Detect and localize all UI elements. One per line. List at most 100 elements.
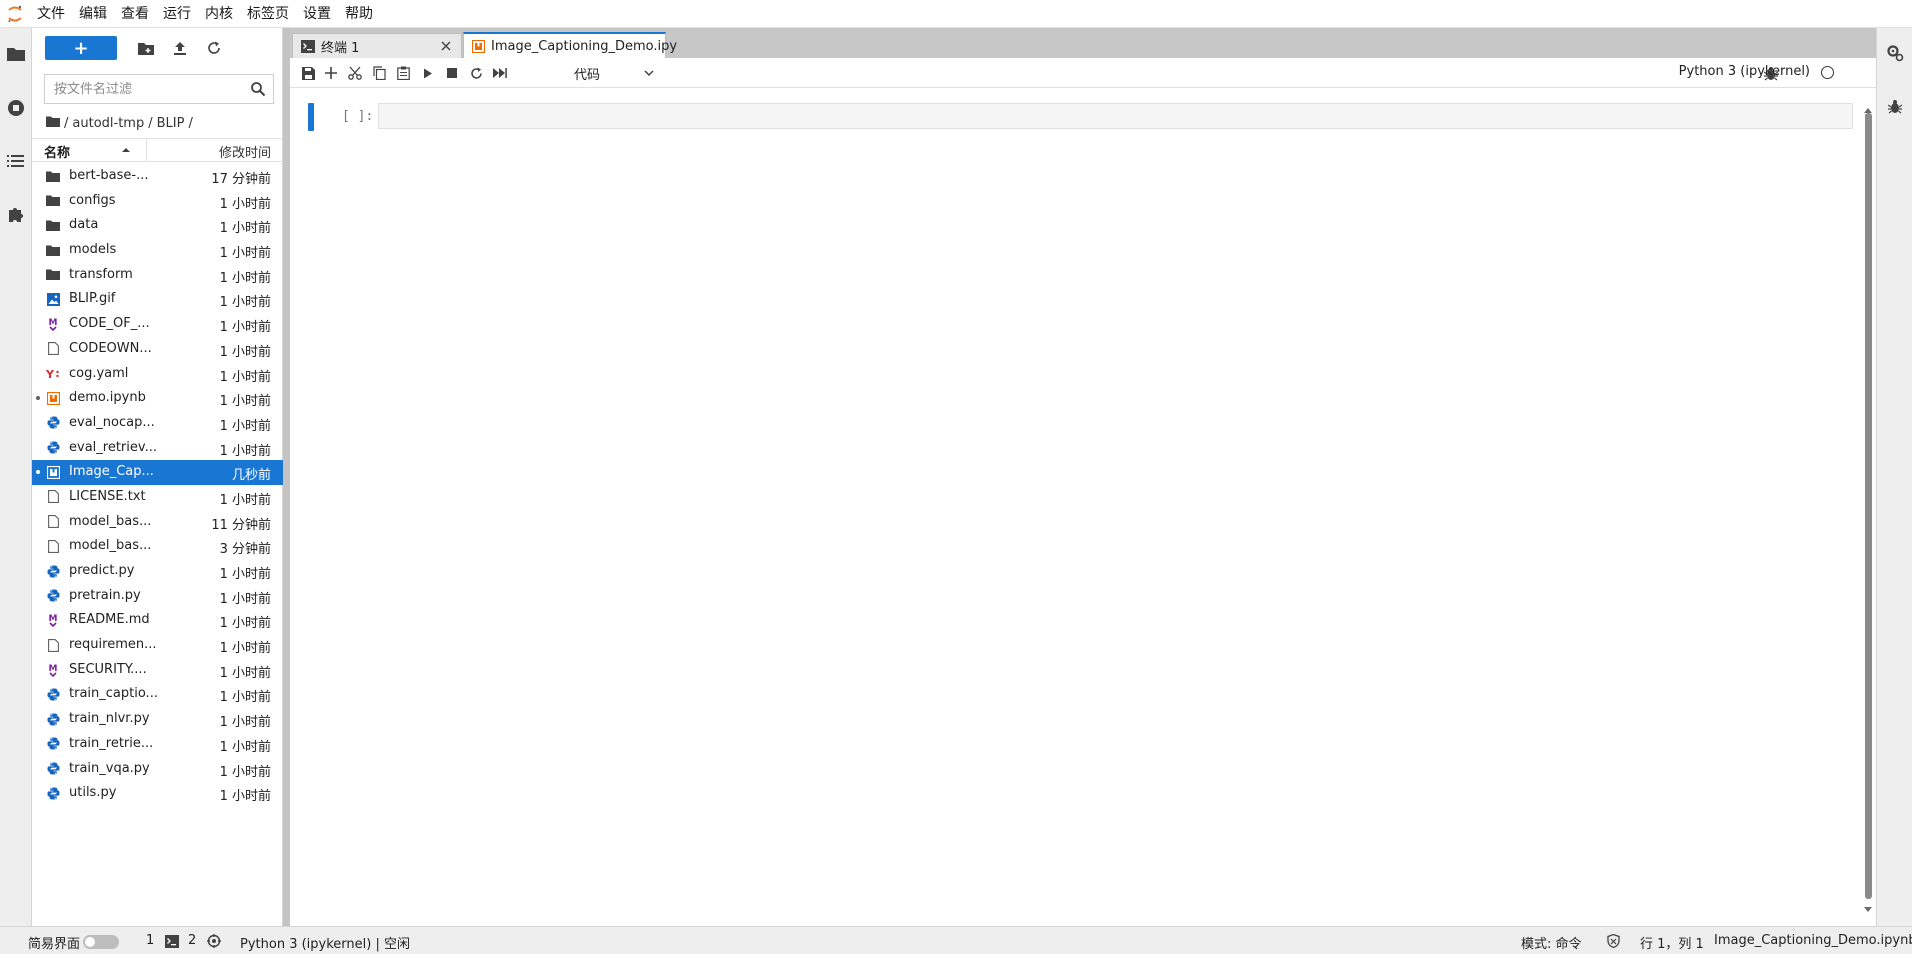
file-list-row[interactable]: requiremen... 1 小时前	[32, 633, 283, 658]
file-list-row[interactable]: demo.ipynb 1 小时前	[32, 386, 283, 411]
copy-icon[interactable]	[371, 65, 387, 81]
kernel-name-button[interactable]: Python 3 (ipykernel)	[1679, 64, 1810, 79]
scroll-down-arrow-icon[interactable]	[1863, 903, 1873, 912]
trusted-shield-icon[interactable]	[1606, 934, 1621, 948]
file-list-row[interactable]: train_captio... 1 小时前	[32, 682, 283, 707]
stop-icon[interactable]	[444, 65, 460, 81]
python-file-icon	[46, 762, 60, 776]
extension-manager-icon[interactable]	[4, 202, 28, 226]
menu-file[interactable]: 文件	[30, 0, 72, 28]
vertical-scrollbar[interactable]	[1863, 103, 1873, 912]
file-icon	[46, 539, 60, 553]
file-name: model_bas...	[69, 538, 152, 554]
file-modified-time: 1 小时前	[219, 320, 271, 336]
file-modified-time: 1 小时前	[219, 221, 271, 237]
file-list-row[interactable]: train_nlvr.py 1 小时前	[32, 707, 283, 732]
kernel-status-text[interactable]: Python 3 (ipykernel) | 空闲	[240, 933, 410, 952]
file-list-row[interactable]: CODEOWN... 1 小时前	[32, 337, 283, 362]
file-list-row[interactable]: Ycog.yaml 1 小时前	[32, 362, 283, 387]
file-list-row[interactable]: BLIP.gif 1 小时前	[32, 287, 283, 312]
refresh-icon[interactable]	[204, 38, 224, 58]
menu-help[interactable]: 帮助	[338, 0, 380, 28]
simple-mode-label: 简易界面	[28, 937, 81, 952]
tab-terminal-1[interactable]: 终端 1	[292, 33, 462, 58]
menu-tabs[interactable]: 标签页	[240, 0, 296, 28]
file-list-row[interactable]: M SECURITY.... 1 小时前	[32, 658, 283, 683]
run-icon[interactable]	[420, 65, 436, 81]
insert-cell-icon[interactable]	[323, 65, 339, 81]
file-list-row[interactable]: eval_nocap... 1 小时前	[32, 411, 283, 436]
running-sessions-icon[interactable]	[4, 96, 28, 120]
breadcrumb-autodl-tmp[interactable]: autodl-tmp	[72, 116, 144, 131]
column-divider[interactable]	[146, 139, 147, 161]
menu-run[interactable]: 运行	[156, 0, 198, 28]
scroll-up-arrow-icon[interactable]	[1863, 103, 1873, 113]
code-cell-editor[interactable]	[378, 103, 1853, 129]
column-header-name[interactable]: 名称	[44, 142, 70, 161]
file-list-row[interactable]: model_bas... 3 分钟前	[32, 534, 283, 559]
file-list-row[interactable]: models 1 小时前	[32, 238, 283, 263]
file-filter-input[interactable]	[45, 75, 245, 103]
terminal-count[interactable]: 2	[188, 933, 196, 948]
image-file-icon	[46, 292, 60, 306]
column-header-modified[interactable]: 修改时间	[219, 142, 271, 161]
breadcrumb-separator: /	[148, 115, 153, 131]
file-list-row[interactable]: M CODE_OF_... 1 小时前	[32, 312, 283, 337]
file-list-row[interactable]: model_bas... 11 分钟前	[32, 510, 283, 535]
search-icon	[250, 81, 266, 97]
file-list-row[interactable]: Image_Cap... 几秒前	[32, 460, 283, 485]
debugger-panel-icon[interactable]	[1886, 98, 1904, 116]
file-list-row[interactable]: M README.md 1 小时前	[32, 608, 283, 633]
property-inspector-icon[interactable]	[1886, 44, 1904, 62]
cursor-position-text[interactable]: 行 1，列 1	[1640, 933, 1704, 952]
fast-forward-icon[interactable]	[492, 65, 508, 81]
file-list-row[interactable]: utils.py 1 小时前	[32, 781, 283, 806]
file-list-row[interactable]: LICENSE.txt 1 小时前	[32, 485, 283, 510]
file-name: pretrain.py	[69, 587, 141, 603]
file-list-row[interactable]: data 1 小时前	[32, 213, 283, 238]
sort-ascending-icon[interactable]	[119, 143, 133, 157]
restart-kernel-icon[interactable]	[468, 65, 484, 81]
file-list-row[interactable]: configs 1 小时前	[32, 189, 283, 214]
cell-type-select[interactable]: 代码	[572, 63, 658, 83]
home-folder-icon[interactable]	[46, 116, 60, 131]
folder-icon[interactable]	[4, 42, 28, 66]
file-list-row[interactable]: eval_retriev... 1 小时前	[32, 436, 283, 461]
close-icon[interactable]	[439, 39, 453, 53]
file-list-row[interactable]: transform 1 小时前	[32, 263, 283, 288]
toggle-knob	[85, 937, 95, 947]
kernel-count[interactable]: 1	[146, 933, 154, 948]
notebook-toolbar: 代码 Python 3 (ipykernel)	[290, 58, 1876, 88]
breadcrumb-blip[interactable]: BLIP	[157, 116, 185, 131]
file-list-row[interactable]: pretrain.py 1 小时前	[32, 584, 283, 609]
save-icon[interactable]	[300, 65, 316, 81]
file-modified-time: 几秒前	[231, 468, 271, 484]
upload-icon[interactable]	[170, 38, 190, 58]
jupyterlab-window: 文件 编辑 查看 运行 内核 标签页 设置 帮助 + 按文件名过滤 / auto…	[0, 0, 1912, 954]
current-file-name: Image_Captioning_Demo.ipynb	[1714, 933, 1912, 948]
menu-kernel[interactable]: 内核	[198, 0, 240, 28]
file-list-row[interactable]: bert-base-... 17 分钟前	[32, 164, 283, 189]
new-folder-icon[interactable]	[136, 38, 156, 58]
simple-mode-toggle[interactable]	[83, 935, 119, 949]
file-name: utils.py	[69, 785, 117, 801]
menu-edit[interactable]: 编辑	[72, 0, 114, 28]
cut-icon[interactable]	[347, 65, 363, 81]
paste-icon[interactable]	[395, 65, 411, 81]
file-list-row[interactable]: train_vqa.py 1 小时前	[32, 757, 283, 782]
table-of-contents-icon[interactable]	[4, 149, 28, 173]
notebook-mode-text[interactable]: 模式: 命令	[1521, 933, 1582, 952]
tab-image-captioning-demo[interactable]: Image_Captioning_Demo.ipy	[463, 32, 677, 58]
file-list-row[interactable]: predict.py 1 小时前	[32, 559, 283, 584]
file-list-row[interactable]: train_retrie... 1 小时前	[32, 732, 283, 757]
terminal-icon[interactable]	[164, 934, 179, 948]
extension-status-icon[interactable]	[206, 934, 221, 948]
menu-settings[interactable]: 设置	[296, 0, 338, 28]
menu-view[interactable]: 查看	[114, 0, 156, 28]
cell-collapser[interactable]	[308, 103, 314, 131]
panel-splitter[interactable]	[283, 28, 290, 926]
file-name: train_vqa.py	[69, 760, 150, 776]
new-launcher-button[interactable]: +	[45, 36, 117, 60]
scrollbar-thumb[interactable]	[1865, 113, 1872, 899]
file-modified-time: 1 小时前	[219, 369, 271, 385]
